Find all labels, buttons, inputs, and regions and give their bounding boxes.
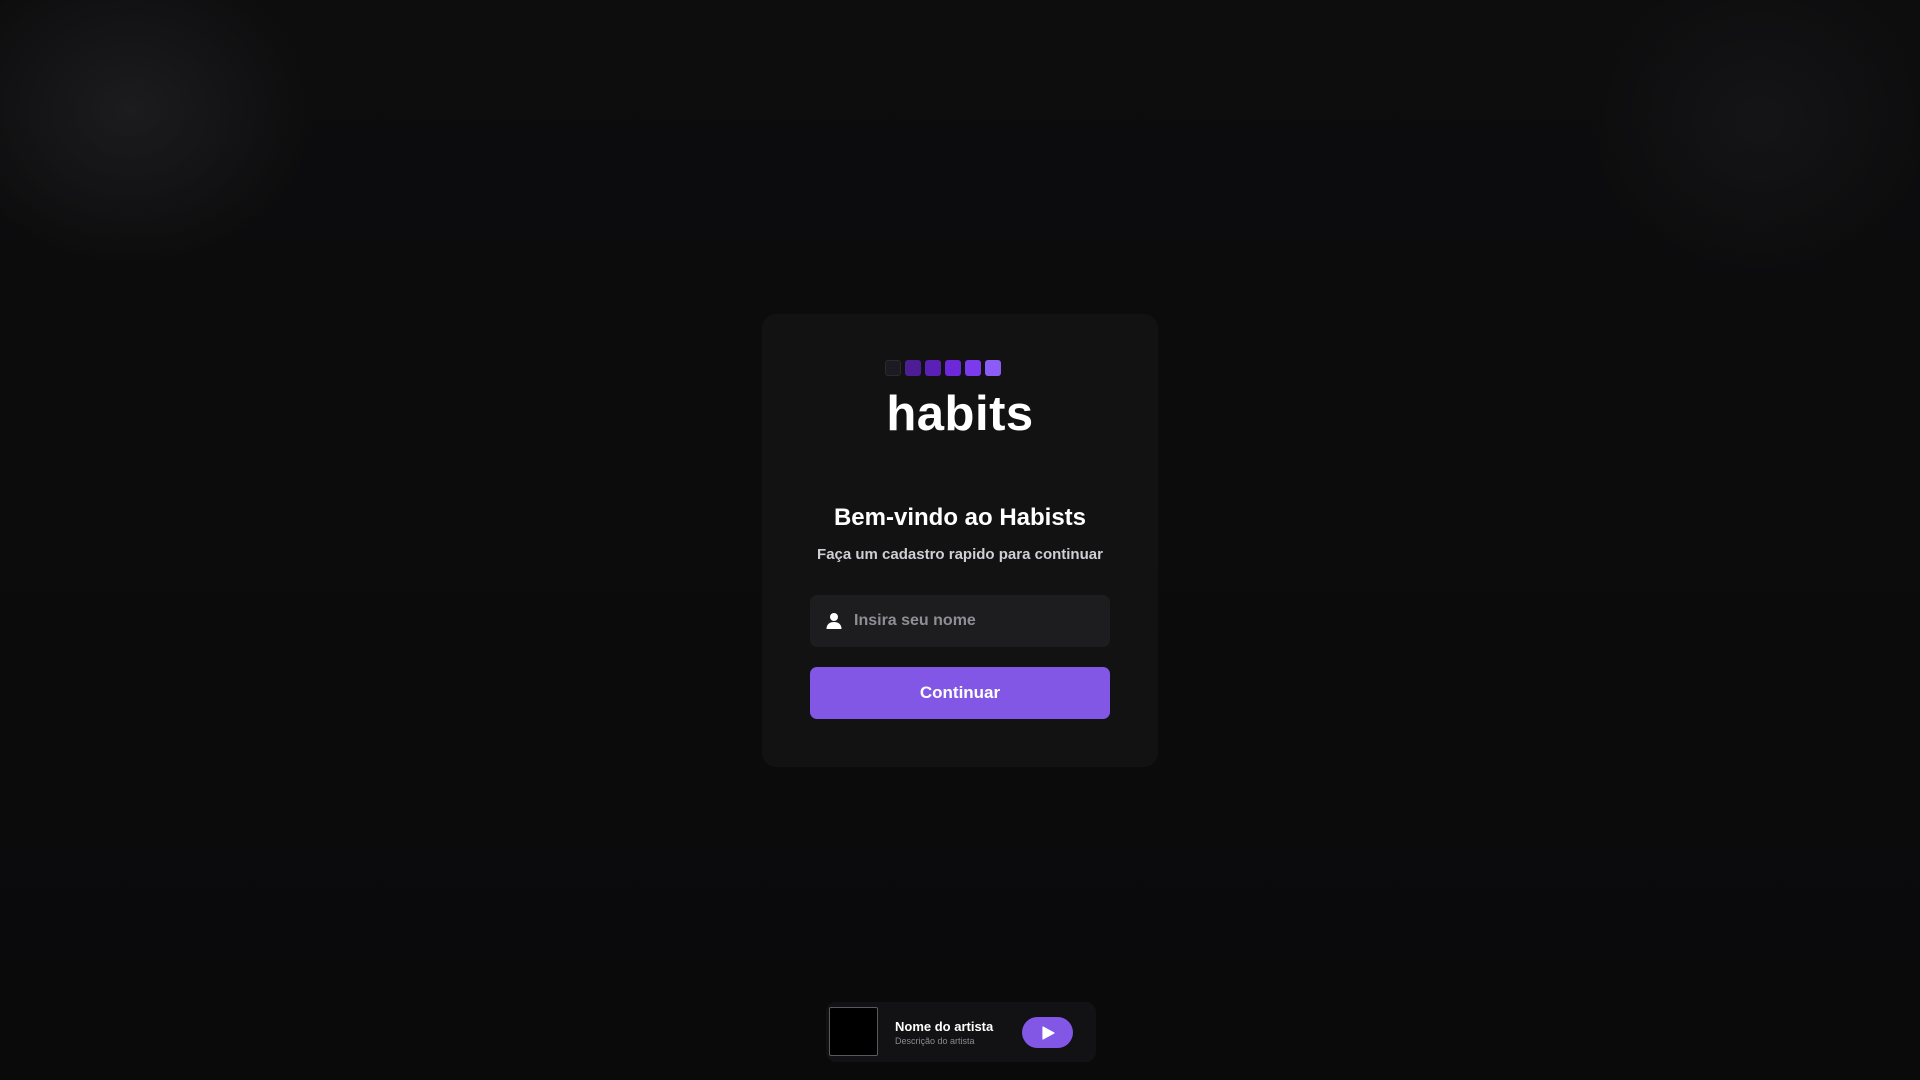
user-icon (825, 612, 843, 630)
name-field[interactable] (810, 595, 1110, 647)
artist-description: Descrição do artista (895, 1036, 975, 1046)
logo-square (925, 360, 941, 376)
play-icon (1042, 1026, 1055, 1040)
logo-square (965, 360, 981, 376)
logo-text: habits (886, 387, 1034, 441)
signup-card: habits Bem-vindo ao Habists Faça um cada… (762, 314, 1158, 767)
name-input[interactable] (854, 595, 1094, 647)
logo-square (985, 360, 1001, 376)
artist-cover-image (829, 1007, 878, 1056)
logo-square (885, 360, 901, 376)
artist-name: Nome do artista (895, 1019, 994, 1034)
logo-squares (885, 360, 1158, 376)
logo-square (945, 360, 961, 376)
logo: habits (762, 360, 1158, 441)
play-button[interactable] (1022, 1017, 1073, 1048)
logo-square (905, 360, 921, 376)
welcome-title: Bem-vindo ao Habists (833, 504, 1087, 531)
audio-player: Nome do artista Descrição do artista (826, 1002, 1096, 1062)
continue-button[interactable]: Continuar (810, 667, 1110, 719)
welcome-subtitle: Faça um cadastro rapido para continuar (817, 546, 1103, 563)
